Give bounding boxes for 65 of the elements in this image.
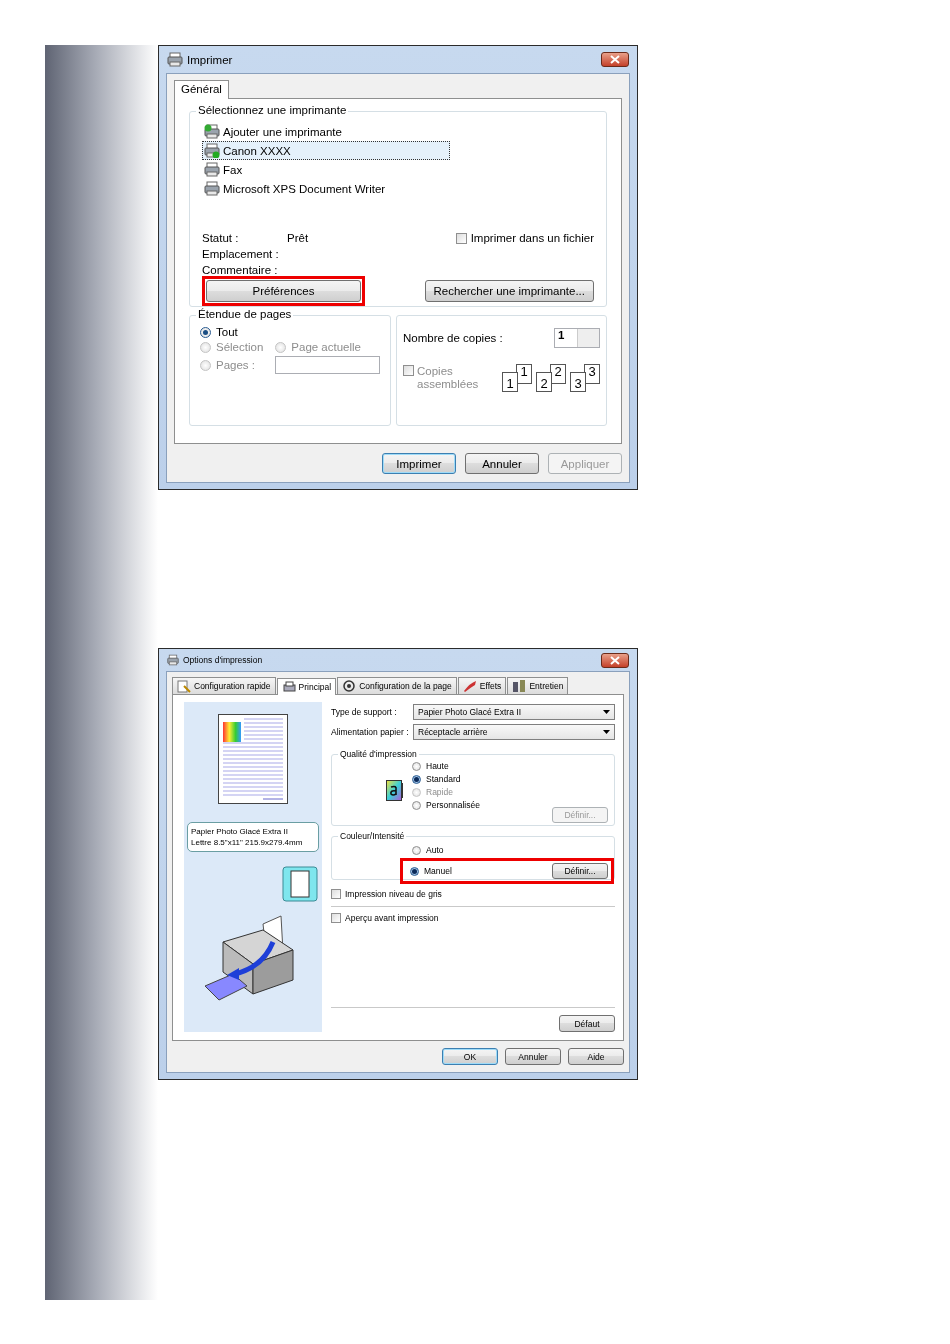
tab[interactable]: Principal [276, 678, 337, 695]
radio-option[interactable]: Haute [412, 761, 449, 771]
define-button[interactable]: Définir... [552, 863, 608, 879]
radio-option[interactable]: Personnalisée [412, 800, 480, 810]
printer-icon [204, 162, 220, 177]
close-icon [610, 55, 620, 64]
quality-icon [386, 780, 404, 802]
group-label: Couleur/Intensité [338, 831, 407, 841]
tab[interactable]: Entretien [507, 677, 569, 694]
radio-option[interactable]: Auto [412, 845, 614, 855]
copies-label: Nombre de copies : [403, 332, 503, 344]
group-label: Sélectionnez une imprimante [196, 104, 349, 116]
window-title: Imprimer [187, 53, 234, 66]
printer-icon [167, 52, 183, 67]
dialog-button[interactable]: OK [442, 1048, 498, 1065]
option-checkbox[interactable]: Impression niveau de gris [331, 889, 615, 899]
target-icon [342, 679, 357, 693]
dialog-button[interactable]: Aide [568, 1048, 624, 1065]
close-icon [610, 655, 620, 665]
radio-option[interactable]: Manuel [410, 866, 452, 876]
field-label: Statut : [202, 232, 240, 244]
group-label: Qualité d'impression [338, 749, 419, 759]
media-info-text: Papier Photo Glacé Extra II [191, 826, 289, 837]
tab[interactable]: Configuration de la page [337, 677, 457, 694]
media-info-text: Lettre 8.5"x11" 215.9x279.4mm [191, 837, 304, 848]
dialog-button[interactable]: Annuler [505, 1048, 561, 1065]
printer-item[interactable]: Fax [202, 160, 450, 179]
printer-item[interactable]: Microsoft XPS Document Writer [202, 179, 450, 198]
printer-icon [204, 124, 220, 139]
printer-icon [204, 181, 220, 196]
pages-field[interactable] [275, 356, 380, 374]
caret-icon [603, 730, 610, 734]
printer-item[interactable]: Ajouter une imprimante [202, 122, 450, 141]
field-label: Commentaire : [202, 264, 279, 276]
portrait-orientation-icon [282, 866, 318, 902]
radio-option[interactable]: Standard [412, 774, 461, 784]
brush-icon [462, 679, 477, 693]
tools-icon [512, 679, 527, 693]
caret-icon [603, 710, 610, 714]
tab[interactable]: Configuration rapide [172, 677, 276, 694]
close-button[interactable] [601, 52, 629, 67]
tab[interactable]: Effets [457, 677, 507, 694]
dropdown[interactable]: Papier Photo Glacé Extra II [413, 704, 615, 720]
field-value: Prêt [287, 232, 309, 244]
printer-icon [204, 143, 220, 158]
print-to-file-checkbox[interactable]: Imprimer dans un fichier [455, 232, 594, 244]
preferences-button[interactable]: Préférences [206, 280, 361, 302]
printer-icon [167, 654, 179, 666]
option-checkbox[interactable]: Aperçu avant impression [331, 913, 615, 923]
find-printer-button[interactable]: Rechercher une imprimante... [424, 280, 594, 302]
radio-option[interactable]: Tout [200, 326, 380, 338]
field-label: Emplacement : [202, 248, 280, 260]
printer-item[interactable]: Canon XXXX [202, 141, 450, 160]
window-title: Options d'impression [183, 655, 264, 665]
default-button[interactable]: Défaut [559, 1015, 615, 1032]
dropdown[interactable]: Réceptacle arrière [413, 724, 615, 740]
dialog-button[interactable]: Annuler [465, 453, 539, 474]
field-label: Alimentation papier : [331, 727, 410, 737]
copies-field[interactable]: 1 [554, 328, 600, 348]
close-button[interactable] [601, 652, 629, 668]
field-label: Type de support : [331, 707, 398, 717]
tab[interactable]: Général [174, 80, 229, 99]
dialog-button[interactable]: Imprimer [382, 453, 456, 474]
group-label: Étendue de pages [196, 308, 294, 320]
printer-icon [281, 680, 296, 694]
